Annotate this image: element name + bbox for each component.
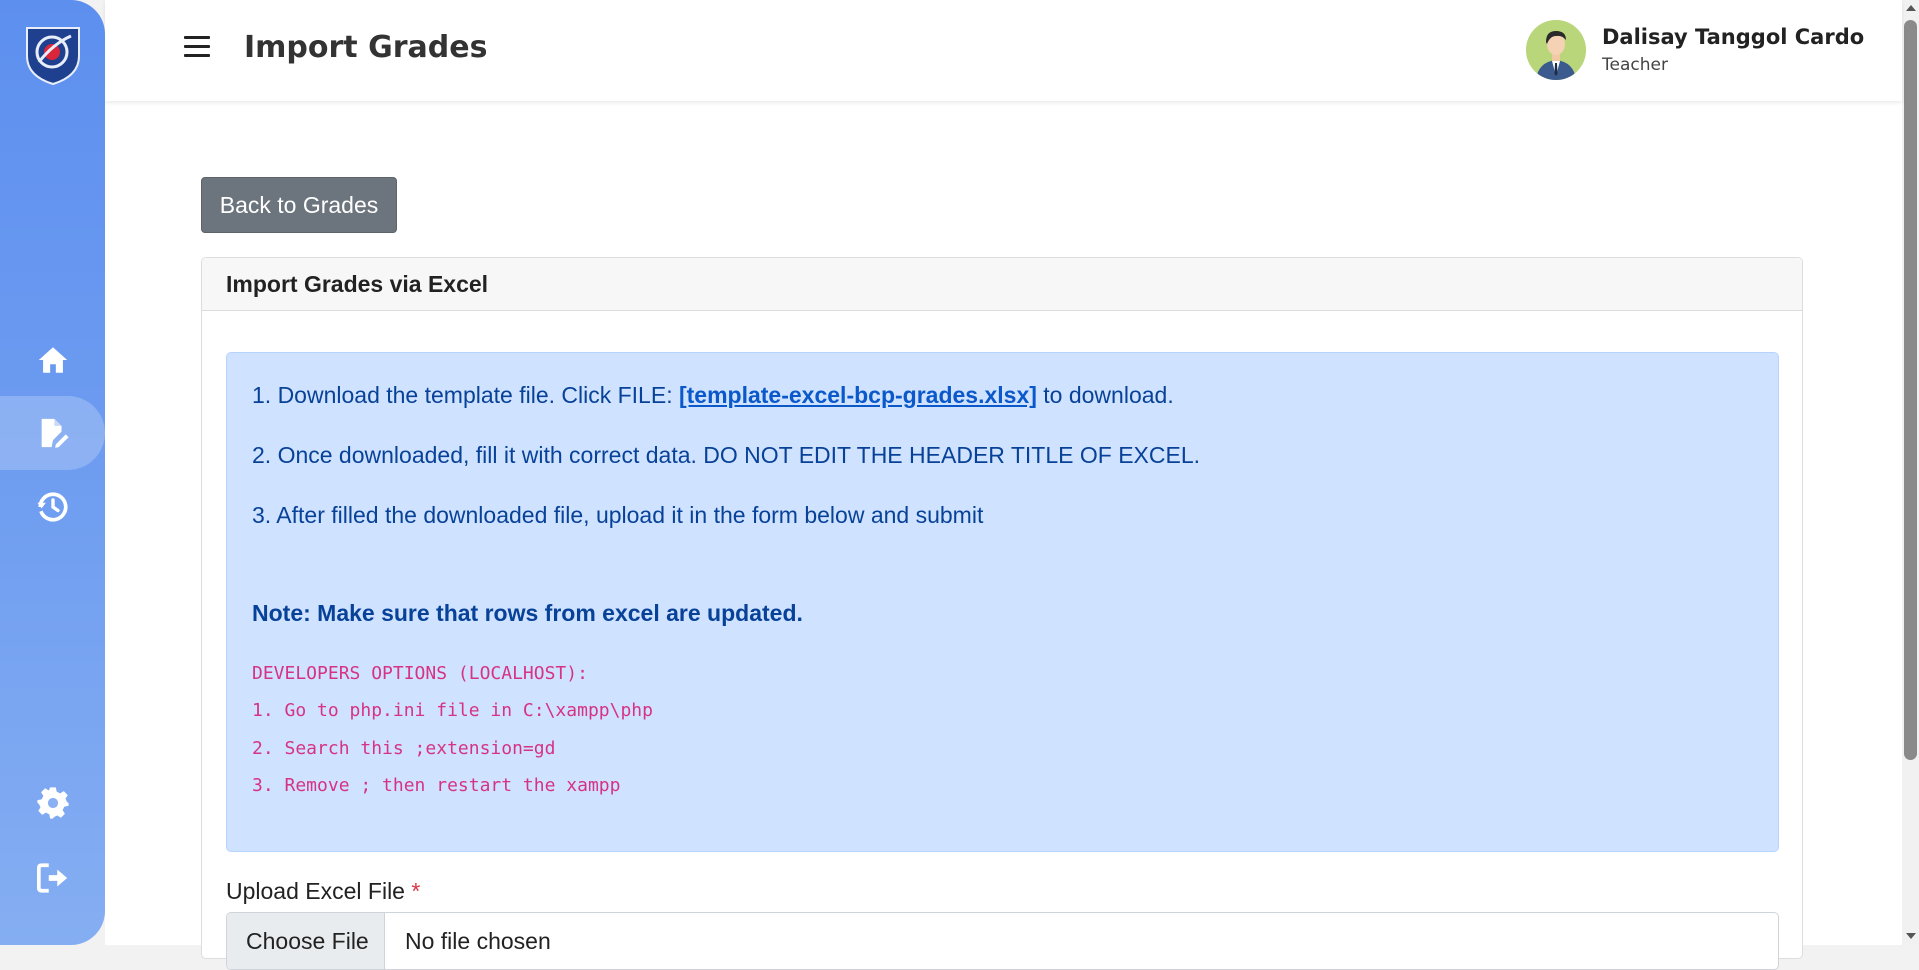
template-download-link[interactable]: [template-excel-bcp-grades.xlsx] xyxy=(679,382,1037,408)
user-role: Teacher xyxy=(1602,55,1668,75)
scroll-up-arrow-icon[interactable] xyxy=(1906,5,1916,11)
instructions-alert: 1. Download the template file. Click FIL… xyxy=(226,352,1779,852)
dev-options-title: DEVELOPERS OPTIONS (LOCALHOST): xyxy=(252,663,588,684)
dev-options-line-3: 3. Remove ; then restart the xampp xyxy=(252,775,621,796)
note-text: Note: Make sure that rows from excel are… xyxy=(252,600,803,626)
back-to-grades-button[interactable]: Back to Grades xyxy=(201,177,397,233)
file-status-text: No file chosen xyxy=(405,928,551,954)
upload-label: Upload Excel File * xyxy=(226,878,420,905)
required-mark: * xyxy=(411,878,421,904)
menu-toggle-icon[interactable] xyxy=(184,36,210,62)
avatar[interactable] xyxy=(1526,20,1586,80)
gear-icon xyxy=(36,787,69,819)
home-icon xyxy=(38,347,67,373)
sidebar-item-home[interactable] xyxy=(0,323,105,397)
step-1-suffix: to download. xyxy=(1036,382,1174,408)
instruction-step-3: 3. After filled the downloaded file, upl… xyxy=(252,502,984,528)
school-logo xyxy=(21,22,85,86)
dev-options-line-2: 2. Search this ;extension=gd xyxy=(252,738,556,759)
vertical-scrollbar[interactable] xyxy=(1902,0,1919,945)
logout-icon xyxy=(36,863,67,893)
history-icon xyxy=(36,492,68,522)
sidebar xyxy=(0,0,105,945)
upload-label-text: Upload Excel File xyxy=(226,878,405,904)
import-card: Import Grades via Excel 1. Download the … xyxy=(201,257,1803,970)
card-title: Import Grades via Excel xyxy=(202,258,1802,311)
step-1-prefix: 1. Download the template file. Click FIL… xyxy=(252,382,679,408)
excel-file-input[interactable]: Choose File No file chosen xyxy=(226,912,1779,970)
sidebar-item-grades[interactable] xyxy=(0,396,105,470)
sidebar-item-settings[interactable] xyxy=(0,766,105,840)
page-title: Import Grades xyxy=(244,30,488,65)
edit-document-icon xyxy=(41,418,69,448)
scroll-down-arrow-icon[interactable] xyxy=(1906,933,1916,939)
dev-options-line-1: 1. Go to php.ini file in C:\xampp\php xyxy=(252,700,653,721)
sidebar-item-logout[interactable] xyxy=(0,841,105,915)
choose-file-button[interactable]: Choose File xyxy=(227,913,385,969)
top-navbar: Import Grades Dalisay Tanggol Cardo Teac… xyxy=(105,0,1902,101)
scrollbar-thumb[interactable] xyxy=(1904,20,1917,760)
sidebar-item-history[interactable] xyxy=(0,470,105,544)
main-content: Back to Grades Import Grades via Excel 1… xyxy=(105,101,1902,970)
instruction-step-2: 2. Once downloaded, fill it with correct… xyxy=(252,442,1201,468)
user-name: Dalisay Tanggol Cardo xyxy=(1602,25,1865,49)
instruction-step-1: 1. Download the template file. Click FIL… xyxy=(252,382,1174,409)
